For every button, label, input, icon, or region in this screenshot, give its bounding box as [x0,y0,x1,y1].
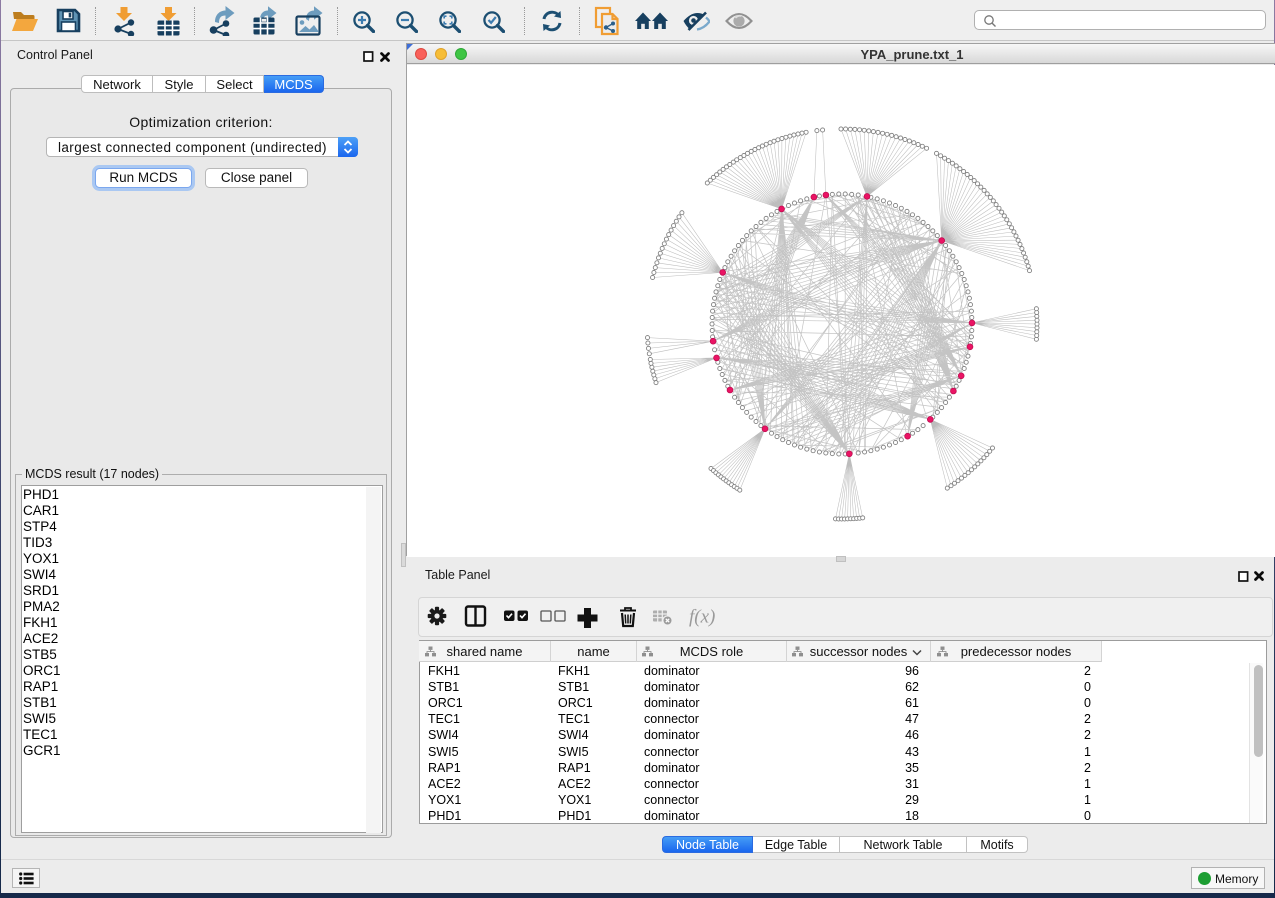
svg-text:f(x): f(x) [689,607,715,628]
